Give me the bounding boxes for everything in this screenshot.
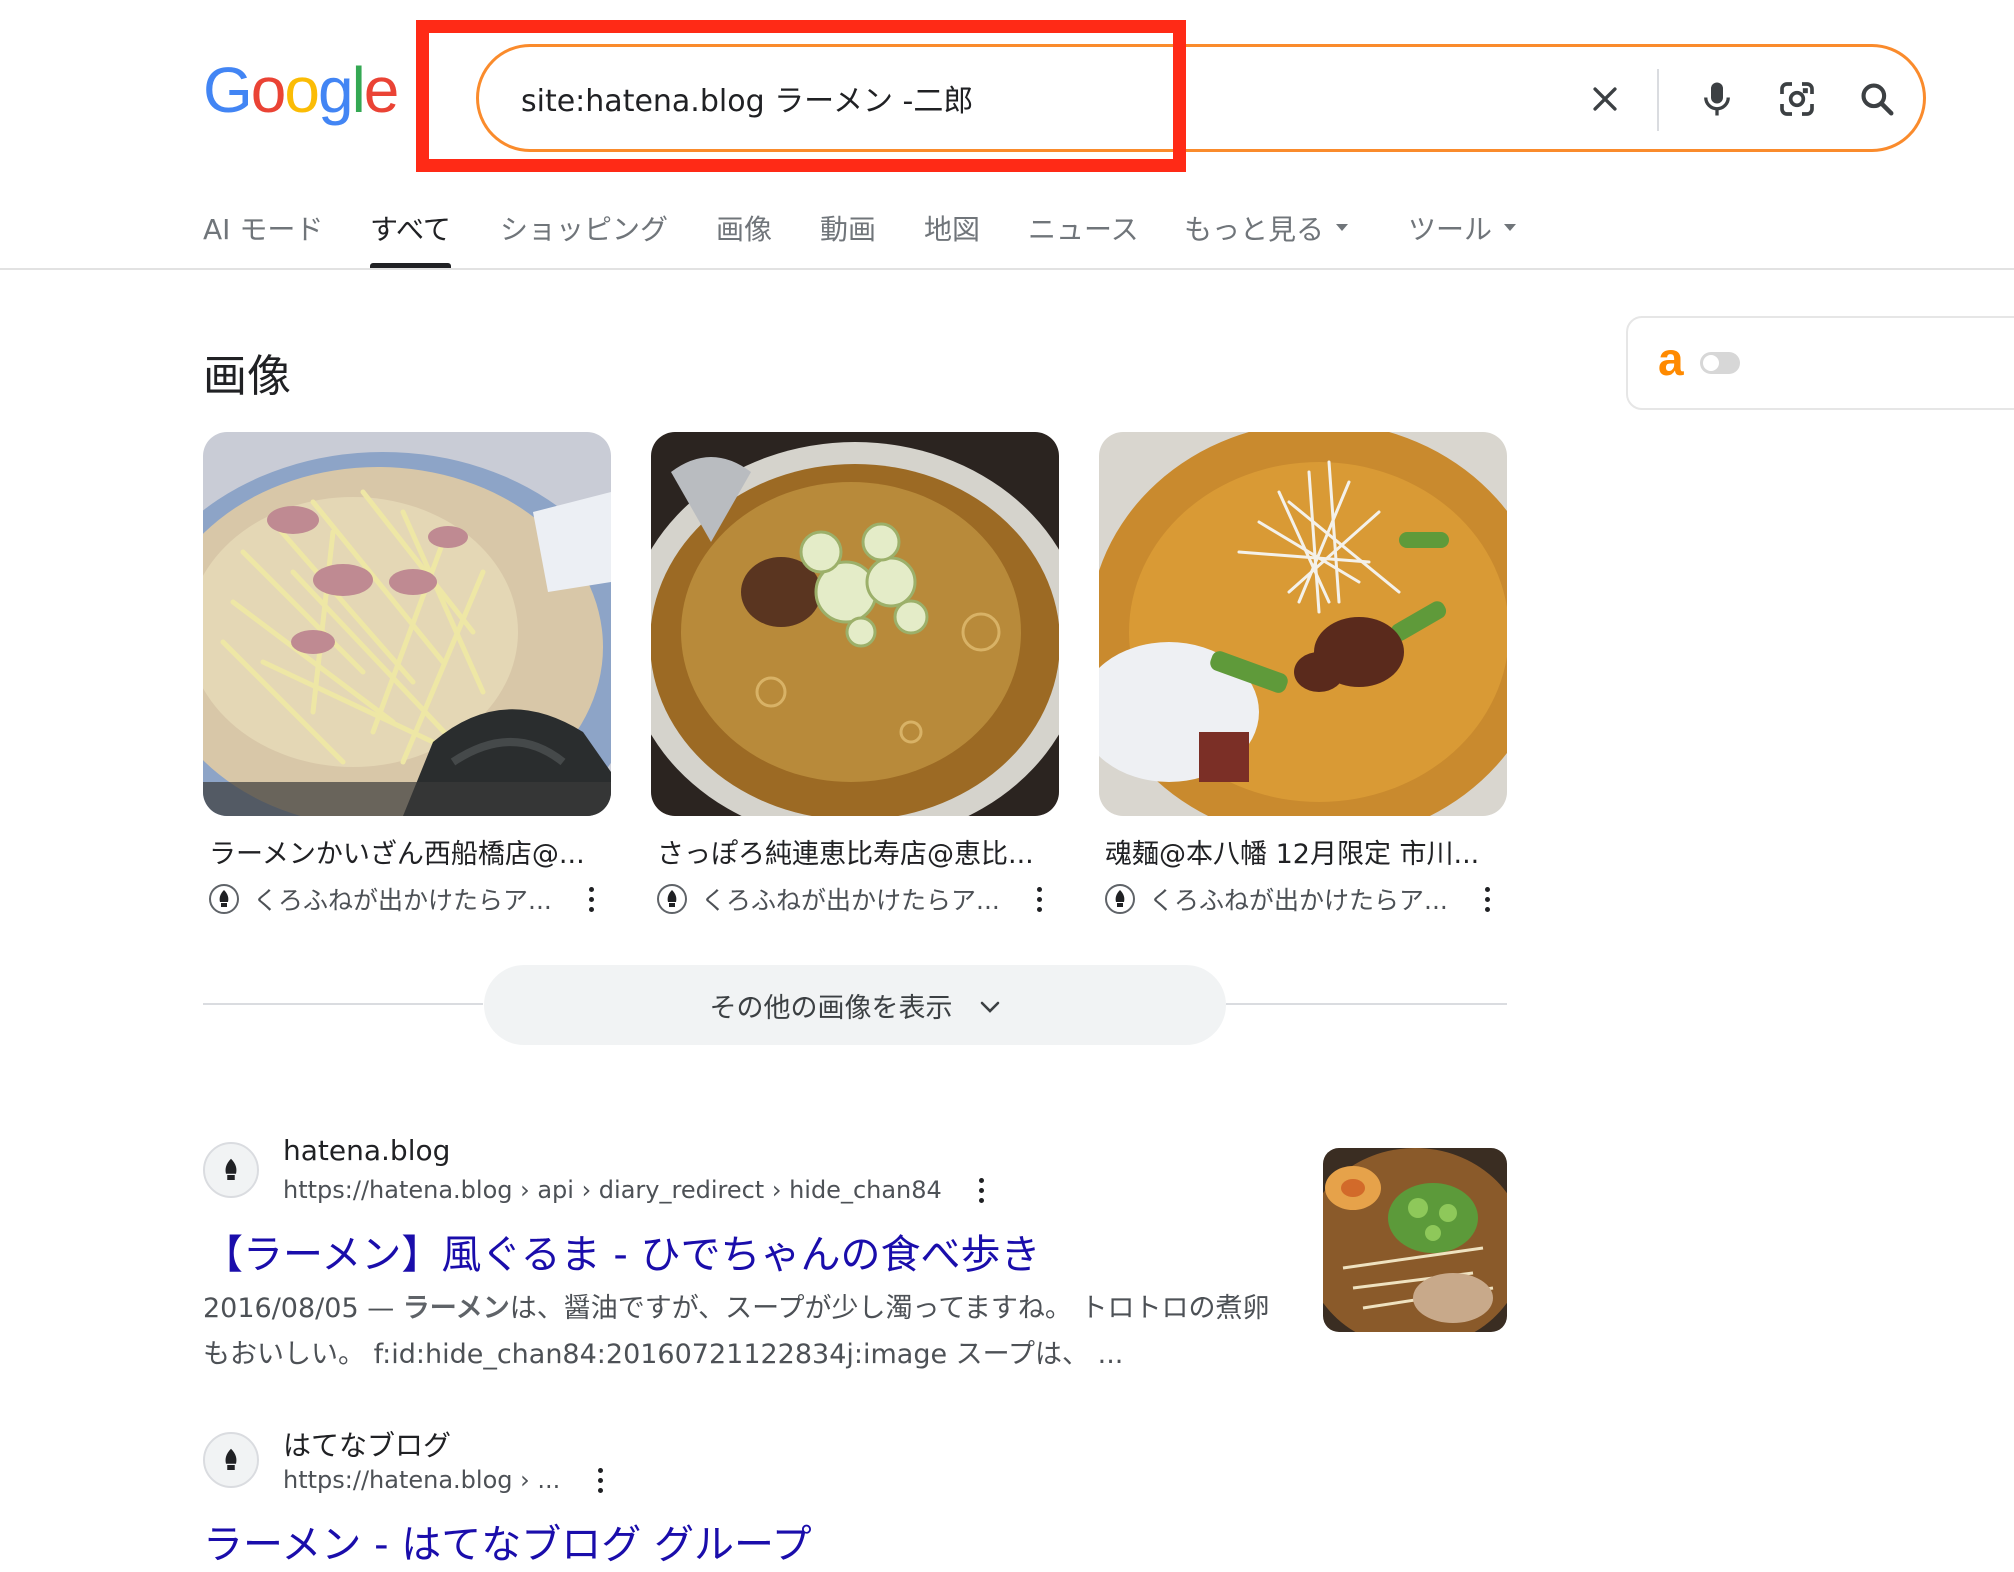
tab-label: 画像 <box>716 213 773 246</box>
clear-icon[interactable] <box>1579 73 1631 125</box>
hatena-favicon <box>203 1432 259 1488</box>
images-section-title: 画像 <box>203 351 291 402</box>
annotation-highlight-box <box>416 20 1186 172</box>
result-site-name[interactable]: hatena.blog <box>283 1134 450 1167</box>
logo-letter: g <box>317 54 354 126</box>
result-snippet: 2016/08/05 — ラーメンは、醤油ですが、スープが少し濁ってますね。 ト… <box>203 1286 1293 1378</box>
divider-line <box>1226 1003 1507 1005</box>
tab-label: すべて <box>370 213 451 246</box>
more-vert-icon[interactable] <box>1029 886 1049 912</box>
more-vert-icon[interactable] <box>972 1177 992 1203</box>
image-source[interactable]: くろふねが出かけたらア... <box>1099 881 1507 917</box>
logo-letter: o <box>284 54 320 126</box>
more-vert-icon[interactable] <box>1477 886 1497 912</box>
show-more-images-label: その他の画像を表示 <box>709 992 953 1024</box>
image-source[interactable]: くろふねが出かけたらア... <box>651 881 1059 917</box>
tab-label: ニュース <box>1028 213 1139 246</box>
result-thumbnail[interactable] <box>1323 1148 1507 1332</box>
caret-down-icon <box>1504 224 1517 231</box>
lens-icon[interactable] <box>1771 73 1823 125</box>
tab-shopping[interactable]: ショッピング <box>500 200 668 270</box>
tab-all[interactable]: すべて <box>370 200 451 270</box>
logo-letter: G <box>203 54 253 126</box>
image-source-label: くろふねが出かけたらア... <box>1149 886 1448 915</box>
tab-more[interactable]: もっと見る <box>1184 200 1349 270</box>
logo-letter: e <box>363 54 400 126</box>
extension-logo: a <box>1658 333 1684 385</box>
search-result: はてなブログ https://hatena.blog › ... ラーメン - … <box>203 1424 1303 1572</box>
image-title[interactable]: さっぽろ純連恵比寿店@恵比... <box>651 832 1051 871</box>
tab-images[interactable]: 画像 <box>716 200 772 270</box>
tab-label: ショッピング <box>500 213 669 246</box>
tab-label: 地図 <box>924 213 981 246</box>
image-source-label: くろふねが出かけたらア... <box>253 886 552 915</box>
image-title[interactable]: 魂麺@本八幡 12月限定 市川... <box>1099 832 1499 871</box>
chevron-down-icon <box>979 990 1001 1021</box>
search-icon[interactable] <box>1851 73 1903 125</box>
image-result-card[interactable]: ラーメンかいざん西船橋店@... くろふねが出かけたらア... <box>203 432 611 917</box>
extension-toggle[interactable] <box>1700 352 1740 374</box>
result-title-link[interactable]: ラーメン - はてなブログ グループ <box>203 1512 812 1570</box>
search-box-divider <box>1657 69 1659 131</box>
tab-ai-mode[interactable]: AI モード <box>203 200 323 270</box>
search-result: hatena.blog https://hatena.blog › api › … <box>203 1134 1303 1374</box>
more-vert-icon[interactable] <box>590 1467 610 1493</box>
show-more-images-button[interactable]: その他の画像を表示 <box>484 965 1226 1045</box>
image-thumbnail[interactable] <box>203 432 611 816</box>
toggle-knob <box>1703 355 1719 371</box>
result-url-text: https://hatena.blog › ... <box>283 1466 561 1494</box>
search-tabs: AI モード すべて ショッピング 画像 動画 地図 ニュース もっと見る ツー… <box>0 200 2014 270</box>
result-url[interactable]: https://hatena.blog › api › diary_redire… <box>283 1176 992 1204</box>
tab-label: AI モード <box>203 213 324 246</box>
image-result-card[interactable]: 魂麺@本八幡 12月限定 市川... くろふねが出かけたらア... <box>1099 432 1507 917</box>
more-vert-icon[interactable] <box>581 886 601 912</box>
tab-label: ツール <box>1408 213 1493 246</box>
image-source[interactable]: くろふねが出かけたらア... <box>203 881 611 917</box>
image-thumbnail[interactable] <box>651 432 1059 816</box>
tab-news[interactable]: ニュース <box>1028 200 1139 270</box>
tab-tools[interactable]: ツール <box>1408 200 1517 270</box>
image-title[interactable]: ラーメンかいざん西船橋店@... <box>203 832 603 871</box>
result-title-link[interactable]: 【ラーメン】風ぐるま - ひでちゃんの食べ歩き <box>203 1222 1040 1280</box>
divider-line <box>203 1003 483 1005</box>
hatena-favicon <box>203 1142 259 1198</box>
hatena-favicon <box>657 884 687 914</box>
extension-widget: a <box>1626 316 2014 410</box>
result-url-text: https://hatena.blog › api › diary_redire… <box>283 1176 942 1204</box>
tab-videos[interactable]: 動画 <box>820 200 876 270</box>
caret-down-icon <box>1336 224 1349 231</box>
header-divider <box>0 268 2014 270</box>
hatena-favicon <box>1105 884 1135 914</box>
image-source-label: くろふねが出かけたらア... <box>701 886 1000 915</box>
image-result-card[interactable]: さっぽろ純連恵比寿店@恵比... くろふねが出かけたらア... <box>651 432 1059 917</box>
logo-letter: o <box>250 54 287 126</box>
logo-letter: l <box>351 54 366 126</box>
tab-label: もっと見る <box>1184 213 1325 246</box>
google-logo[interactable]: Google <box>203 54 400 126</box>
result-site-name[interactable]: はてなブログ <box>283 1424 451 1464</box>
tab-label: 動画 <box>820 213 877 246</box>
mic-icon[interactable] <box>1691 73 1743 125</box>
snippet-date: 2016/08/05 — <box>203 1293 403 1324</box>
search-results-page: Google site:hatena.blog ラーメン -二郎 AI モード … <box>0 0 2014 1572</box>
tab-maps[interactable]: 地図 <box>924 200 980 270</box>
image-thumbnail[interactable] <box>1099 432 1507 816</box>
snippet-highlight: ラーメン <box>402 1293 510 1324</box>
hatena-favicon <box>209 884 239 914</box>
result-url[interactable]: https://hatena.blog › ... <box>283 1466 610 1494</box>
